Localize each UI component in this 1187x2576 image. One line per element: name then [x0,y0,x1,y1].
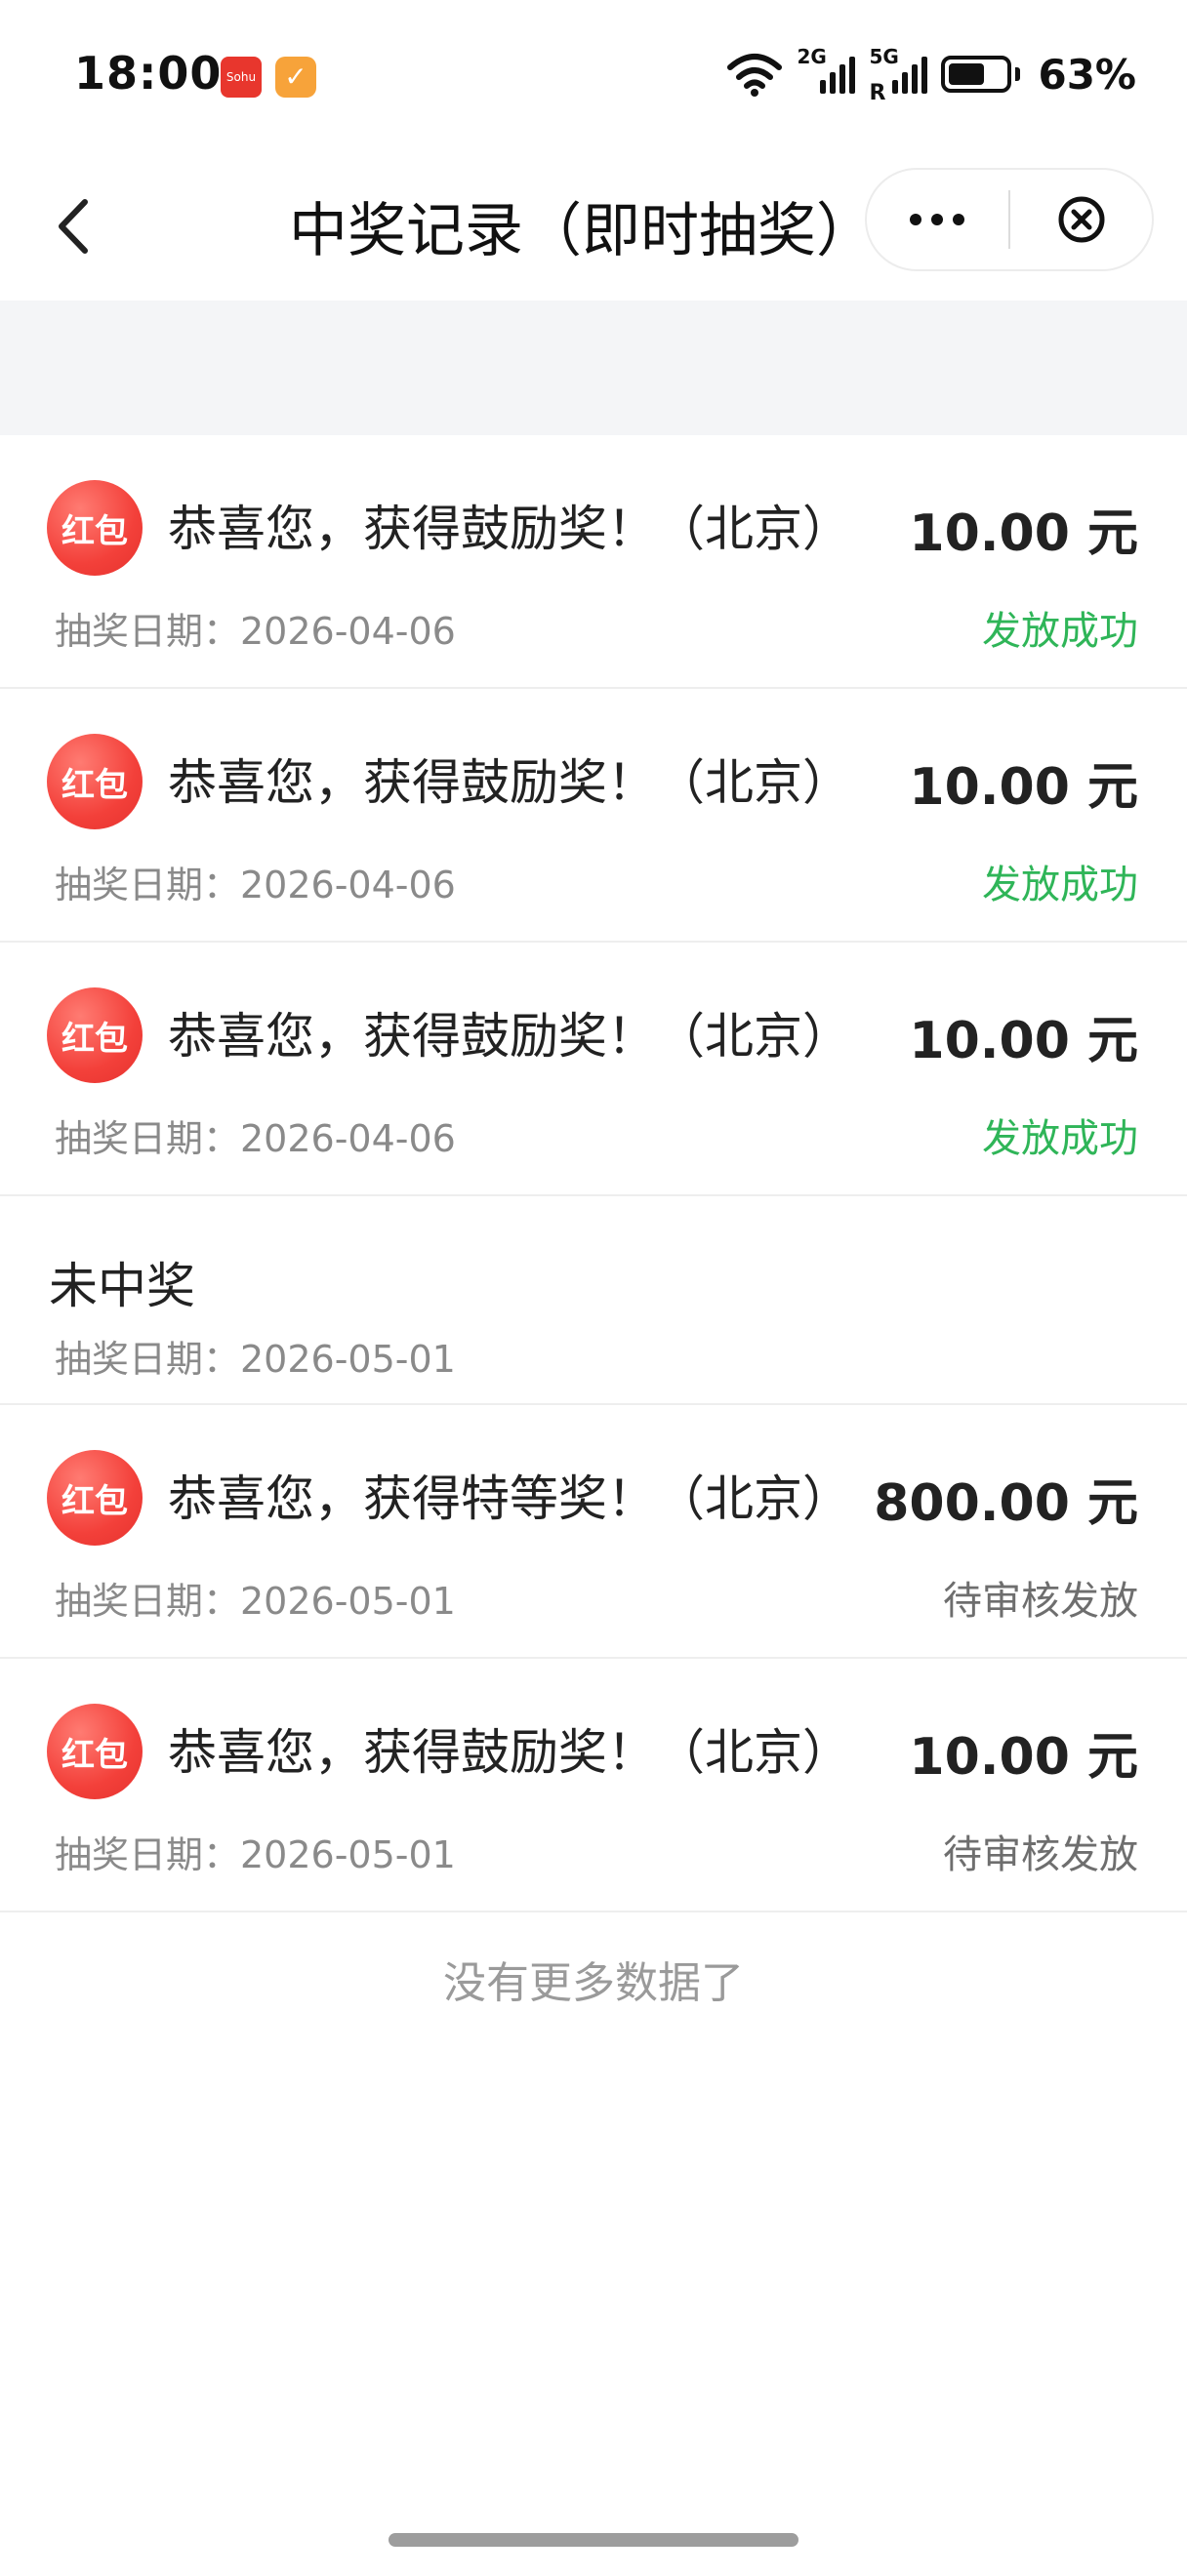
red-packet-badge: 红包 [47,987,143,1083]
close-circle-icon [1058,196,1105,243]
news-app-icon-label: Sohu [225,70,257,84]
battery-percentage: 63% [1038,50,1136,99]
more-button[interactable] [867,170,1008,269]
record-title: 恭喜您，获得鼓励奖！（北京） [168,1008,851,1065]
battery-icon [941,56,1021,93]
record-amount: 10.00 元 [909,1012,1138,1070]
record-date: 抽奖日期：2026-04-06 [55,864,456,906]
record-item[interactable]: 红包 恭喜您，获得鼓励奖！（北京） 10.00 元 抽奖日期：2026-04-0… [0,435,1187,689]
miniprogram-capsule [865,168,1154,271]
news-app-icon: Sohu [221,57,262,98]
record-title: 恭喜您，获得鼓励奖！（北京） [168,754,851,811]
record-title: 未中奖 [49,1258,195,1314]
status-indicators: 2G 5G R 63% [726,45,1136,105]
record-item[interactable]: 红包 恭喜您，获得鼓励奖！（北京） 10.00 元 抽奖日期：2026-04-0… [0,943,1187,1196]
record-status: 发放成功 [982,609,1138,654]
record-item-no-prize[interactable]: 未中奖 抽奖日期：2026-05-01 [0,1196,1187,1405]
signal-2g-icon: 2G [797,45,856,100]
status-bar: 18:00 Sohu ✓ 2G 5G R 63% [0,0,1187,156]
home-indicator[interactable] [389,2533,798,2547]
notification-app-icon: ✓ [275,57,316,98]
record-date: 抽奖日期：2026-05-01 [55,1833,456,1876]
record-title: 恭喜您，获得特等奖！（北京） [168,1470,851,1527]
prize-record-list: 红包 恭喜您，获得鼓励奖！（北京） 10.00 元 抽奖日期：2026-04-0… [0,435,1187,1912]
close-button[interactable] [1010,170,1152,269]
roaming-label: R [869,81,886,105]
chevron-left-icon [59,199,88,254]
record-title: 恭喜您，获得鼓励奖！（北京） [168,1724,851,1781]
record-status: 待审核发放 [943,1832,1138,1877]
record-date: 抽奖日期：2026-05-01 [55,1580,456,1623]
record-amount: 10.00 元 [909,1728,1138,1787]
record-status: 发放成功 [982,1116,1138,1161]
red-packet-badge: 红包 [47,1704,143,1799]
page-title: 中奖记录（即时抽奖） [289,197,875,265]
battery-level-fill [949,63,984,85]
record-date: 抽奖日期：2026-04-06 [55,1117,456,1160]
more-dots-icon [910,214,965,225]
record-amount: 10.00 元 [909,758,1138,817]
screen: 18:00 Sohu ✓ 2G 5G R 63% 中奖记录（即时抽奖） 红包 恭… [0,0,1187,2576]
red-packet-badge: 红包 [47,480,143,576]
signal-5g-icon: 5G R [869,45,928,105]
record-date: 抽奖日期：2026-05-01 [55,1338,456,1381]
record-status: 待审核发放 [943,1579,1138,1624]
record-item[interactable]: 红包 恭喜您，获得鼓励奖！（北京） 10.00 元 抽奖日期：2026-05-0… [0,1659,1187,1912]
back-button[interactable] [39,185,107,267]
record-status: 发放成功 [982,863,1138,907]
record-date: 抽奖日期：2026-04-06 [55,610,456,653]
record-title: 恭喜您，获得鼓励奖！（北京） [168,501,851,557]
red-packet-badge: 红包 [47,1450,143,1546]
record-amount: 10.00 元 [909,504,1138,563]
record-item[interactable]: 红包 恭喜您，获得特等奖！（北京） 800.00 元 抽奖日期：2026-05-… [0,1405,1187,1659]
status-time: 18:00 [74,47,223,100]
red-packet-badge: 红包 [47,734,143,829]
header-spacer [0,301,1187,435]
record-amount: 800.00 元 [874,1474,1138,1533]
no-more-data-text: 没有更多数据了 [443,1958,744,2008]
wifi-icon [727,54,783,97]
notification-app-icon-glyph: ✓ [284,60,307,93]
navigation-bar: 中奖记录（即时抽奖） [0,156,1187,301]
record-item[interactable]: 红包 恭喜您，获得鼓励奖！（北京） 10.00 元 抽奖日期：2026-04-0… [0,689,1187,943]
